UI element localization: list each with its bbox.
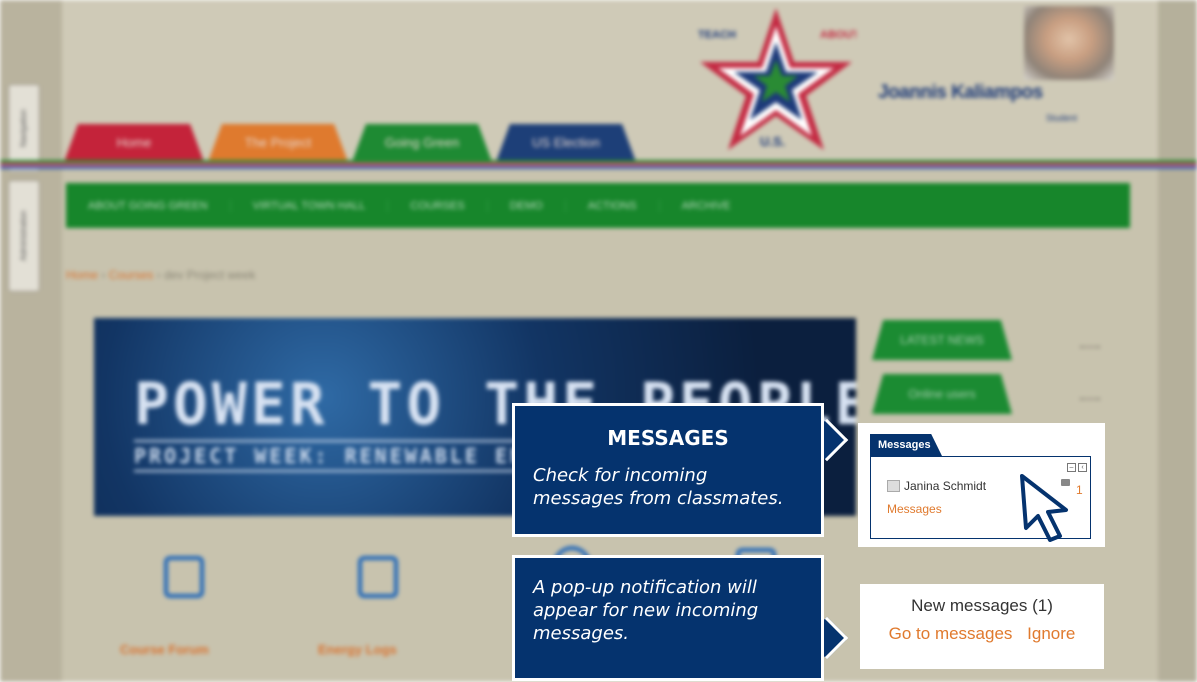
forum-icon[interactable] (164, 556, 204, 598)
message-sender-name: Janina Schmidt (904, 479, 987, 493)
breadcrumb-separator-icon: › (156, 268, 165, 282)
course-forum-link[interactable]: Course Forum (120, 642, 209, 657)
nav-about-going-green[interactable]: ABOUT GOING GREEN (66, 199, 231, 212)
collapse-icon[interactable]: – (1067, 463, 1076, 472)
go-to-messages-link[interactable]: Go to messages (889, 624, 1013, 643)
avatar[interactable] (1024, 6, 1114, 80)
message-sender[interactable]: Janina Schmidt (887, 479, 986, 493)
messages-callout-line: Check for incoming (533, 465, 708, 486)
cursor-icon (1020, 474, 1068, 542)
messages-callout-title: MESSAGES (607, 426, 729, 450)
breadcrumb-courses[interactable]: Courses (109, 268, 154, 282)
notification-actions: Go to messages Ignore (860, 624, 1104, 644)
popup-callout-line: messages. (533, 623, 629, 644)
nav-demo[interactable]: DEMO (488, 199, 566, 212)
tab-going-green[interactable]: Going Green (352, 124, 492, 162)
breadcrumb-home[interactable]: Home (66, 268, 98, 282)
messages-block-tab[interactable]: Messages (870, 434, 942, 456)
messages-callout-text: Check for incoming messages from classma… (533, 464, 783, 510)
tab-home[interactable]: Home (64, 124, 204, 162)
breadcrumb-separator-icon: › (101, 268, 109, 282)
nav-archive[interactable]: ARCHIVE (660, 200, 753, 212)
messages-callout: MESSAGES Check for incoming messages fro… (512, 403, 824, 537)
teach-about-us-logo: TEACH ABOUT U.S. (698, 8, 856, 150)
nav-virtual-town-hall[interactable]: VIRTUAL TOWN HALL (231, 199, 389, 212)
energy-logs-link[interactable]: Energy Logs (318, 642, 397, 657)
tab-the-project[interactable]: The Project (208, 124, 348, 162)
breadcrumb: Home › Courses › dev Project week (66, 268, 255, 282)
breadcrumb-current: dev Project week (164, 268, 256, 282)
popup-callout-line: A pop-up notification will (533, 577, 757, 598)
block-online-users[interactable]: Online users (872, 374, 1012, 414)
nav-actions[interactable]: ACTIONS (566, 199, 660, 212)
dock-icon[interactable]: ‹ (1078, 463, 1087, 472)
popup-callout-text: A pop-up notification will appear for ne… (533, 576, 758, 645)
block-controls-icon[interactable] (1080, 346, 1100, 358)
logo-text-bottom: U.S. (760, 134, 785, 149)
messages-link[interactable]: Messages (887, 502, 942, 516)
user-name[interactable]: Joannis Kaliampos (878, 82, 1043, 104)
popup-callout-line: appear for new incoming (533, 600, 759, 621)
header-stripe-blue (0, 166, 1197, 169)
user-icon (887, 480, 900, 492)
notification-title: New messages (1) (911, 596, 1053, 615)
side-tab-administration[interactable]: Administration (8, 180, 40, 292)
ignore-link[interactable]: Ignore (1027, 624, 1075, 643)
main-nav-bar: ABOUT GOING GREEN VIRTUAL TOWN HALL COUR… (66, 183, 1130, 228)
glossary-icon[interactable] (358, 556, 398, 598)
block-latest-news[interactable]: LATEST NEWS (872, 320, 1012, 360)
nav-courses[interactable]: COURSES (388, 199, 488, 212)
user-role: Student (1046, 113, 1078, 123)
side-tab-navigation[interactable]: Navigation (8, 84, 40, 172)
block-controls-icon[interactable] (1080, 398, 1100, 410)
popup-callout: A pop-up notification will appear for ne… (512, 555, 824, 681)
logo-text-right: ABOUT (820, 29, 856, 41)
messages-callout-line: messages from classmates. (533, 488, 784, 509)
message-count[interactable]: 1 (1076, 483, 1083, 497)
logo-text-left: TEACH (698, 29, 736, 41)
new-messages-notification: New messages (1) Go to messages Ignore (860, 584, 1104, 669)
tab-us-election[interactable]: US Election (496, 124, 636, 162)
